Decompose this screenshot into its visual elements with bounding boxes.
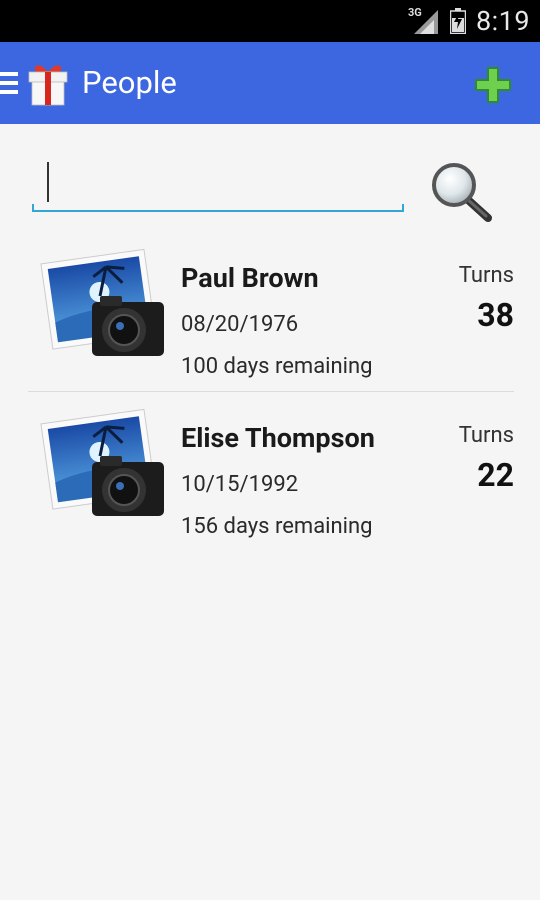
turns-value: 22	[477, 456, 514, 494]
turns-label: Turns	[458, 423, 514, 448]
person-date: 08/20/1976	[181, 312, 299, 337]
list-item[interactable]: Elise Thompson 10/15/1992 156 days remai…	[28, 392, 514, 552]
search-underline-left-tick	[32, 204, 34, 212]
status-time: 8:19	[475, 5, 530, 37]
photo-camera-icon	[40, 246, 168, 366]
status-bar: 3G 8:19	[0, 0, 540, 42]
turns-label: Turns	[458, 263, 514, 288]
search-underline-right-tick	[402, 204, 404, 212]
network-type: 3G	[407, 6, 422, 19]
status-icons: 3G 8:19	[408, 0, 530, 42]
search-icon[interactable]	[428, 160, 494, 224]
text-cursor	[47, 162, 49, 202]
search-input[interactable]	[32, 150, 404, 212]
photo-camera-icon	[40, 406, 168, 526]
battery-icon	[449, 8, 467, 35]
person-name: Elise Thompson	[181, 422, 375, 454]
signal-icon: 3G	[408, 6, 440, 34]
menu-icon[interactable]	[0, 72, 18, 96]
person-date: 10/15/1992	[181, 472, 299, 497]
days-remaining: 100 days remaining	[181, 354, 373, 379]
gift-icon[interactable]	[26, 60, 70, 106]
days-remaining: 156 days remaining	[181, 514, 373, 539]
turns-value: 38	[477, 296, 514, 334]
add-icon[interactable]	[473, 65, 513, 105]
app-bar: People	[0, 42, 540, 124]
list-item[interactable]: Paul Brown 08/20/1976 100 days remaining…	[28, 232, 514, 392]
search-underline	[32, 210, 404, 212]
search-field[interactable]	[32, 150, 404, 212]
person-name: Paul Brown	[181, 262, 319, 294]
page-title: People	[82, 64, 177, 101]
